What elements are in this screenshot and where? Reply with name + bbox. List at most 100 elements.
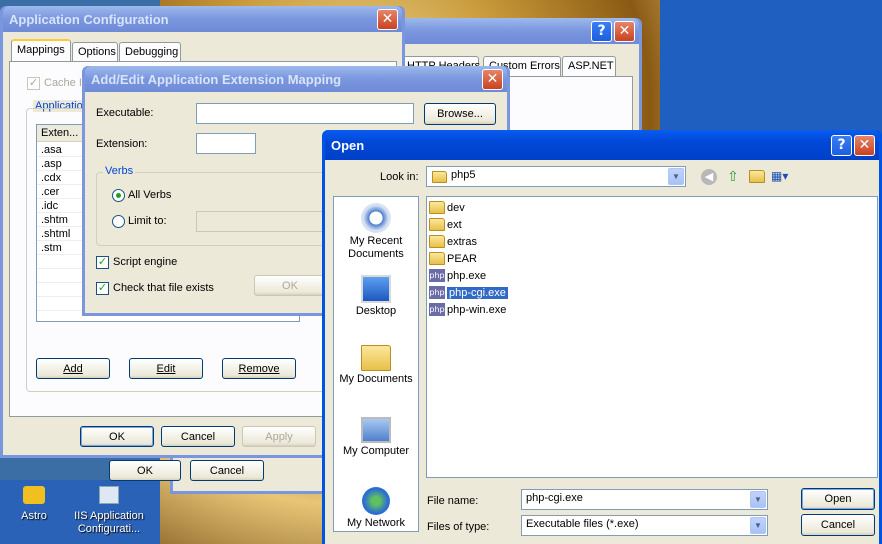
tab-mappings[interactable]: Mappings: [11, 39, 71, 61]
close-icon[interactable]: ✕: [854, 134, 875, 156]
list-item[interactable]: extras: [429, 233, 477, 250]
my-computer-icon: [361, 417, 391, 443]
places-bar: My Recent Documents Desktop My Documents…: [333, 196, 419, 532]
place-label: My Documents: [339, 373, 413, 385]
back-icon[interactable]: ◀: [701, 169, 717, 185]
extension-field[interactable]: [196, 133, 256, 154]
up-folder-icon[interactable]: ⇧: [725, 168, 741, 184]
folder-icon: [429, 218, 445, 231]
file-name: php.exe: [447, 269, 487, 282]
close-icon[interactable]: ✕: [377, 8, 398, 30]
tab-options[interactable]: Options: [72, 42, 118, 62]
file-name: dev: [447, 201, 465, 214]
place-my-network[interactable]: My Network: [334, 487, 418, 529]
window-title: Add/Edit Application Extension Mapping: [91, 71, 342, 87]
astro-icon: [23, 486, 45, 504]
place-my-computer[interactable]: My Computer: [334, 417, 418, 457]
list-item[interactable]: ext: [429, 216, 462, 233]
ok-button[interactable]: OK: [80, 426, 154, 447]
extension-cell: .idc: [41, 200, 59, 212]
verbs-label: Verbs: [103, 165, 136, 177]
cancel-button[interactable]: Cancel: [801, 514, 875, 536]
list-item[interactable]: php php-win.exe: [429, 301, 506, 318]
extension-cell: .stm: [41, 242, 62, 254]
desktop-icon-astro[interactable]: Astro: [14, 486, 54, 542]
cancel-button[interactable]: Cancel: [161, 426, 235, 447]
executable-field[interactable]: [196, 103, 414, 124]
file-type-value: Executable files (*.exe): [526, 518, 639, 530]
executable-label: Executable:: [96, 107, 154, 119]
place-desktop[interactable]: Desktop: [334, 275, 418, 317]
add-button[interactable]: Add: [36, 358, 110, 379]
folder-icon: [429, 201, 445, 214]
script-engine-checkbox[interactable]: ✓: [96, 256, 109, 269]
desktop-icon-iis[interactable]: IIS Application Configurati...: [68, 486, 150, 544]
place-label: My Computer: [342, 445, 410, 457]
verbs-group: [96, 172, 336, 246]
extension-cell: .shtml: [41, 228, 71, 240]
look-in-label: Look in:: [380, 171, 419, 183]
check-file-exists-checkbox[interactable]: ✓: [96, 282, 109, 295]
extension-cell: .asa: [41, 144, 62, 156]
file-name: PEAR: [447, 252, 477, 265]
look-in-dropdown[interactable]: php5 ▼: [426, 166, 686, 187]
ok-button[interactable]: OK: [109, 460, 181, 481]
chevron-down-icon[interactable]: ▼: [668, 168, 684, 185]
list-item[interactable]: php php-cgi.exe: [429, 284, 508, 301]
apply-button[interactable]: Apply: [242, 426, 316, 447]
limit-to-radio[interactable]: [112, 215, 125, 228]
window-title: Application Configuration: [9, 11, 169, 27]
place-my-documents[interactable]: My Documents: [334, 345, 418, 385]
place-recent-documents[interactable]: My Recent Documents: [334, 203, 418, 261]
add-edit-titlebar: Add/Edit Application Extension Mapping ✕: [85, 66, 507, 92]
file-name: php-win.exe: [447, 303, 507, 316]
help-icon[interactable]: ?: [831, 134, 852, 156]
file-name-label: File name:: [427, 495, 479, 507]
limit-to-field[interactable]: [196, 211, 336, 232]
place-label: My Recent Documents: [348, 235, 404, 260]
new-folder-icon[interactable]: [749, 170, 765, 183]
php-file-icon: php: [429, 286, 445, 299]
tab-aspnet[interactable]: ASP.NET: [562, 56, 616, 76]
help-icon[interactable]: ?: [591, 20, 612, 42]
list-item[interactable]: php php.exe: [429, 267, 486, 284]
edit-button[interactable]: Edit: [129, 358, 203, 379]
remove-button[interactable]: Remove: [222, 358, 296, 379]
folder-icon: [429, 235, 445, 248]
extension-cell: .shtm: [41, 214, 68, 226]
desktop-icon-label: Astro: [21, 510, 47, 522]
open-button[interactable]: Open: [801, 488, 875, 510]
open-titlebar: Open ? ✕: [325, 130, 879, 160]
close-icon[interactable]: ✕: [614, 20, 635, 42]
file-list[interactable]: dev ext extras PEAR php php.exe php php-cgi.exe…: [426, 196, 878, 478]
file-type-dropdown[interactable]: Executable files (*.exe) ▼: [521, 515, 768, 536]
desktop-icon: [361, 275, 391, 303]
all-verbs-label: All Verbs: [128, 189, 172, 201]
extension-cell: .cer: [41, 186, 60, 198]
file-name-value: php-cgi.exe: [526, 492, 583, 504]
all-verbs-radio[interactable]: [112, 189, 125, 202]
cache-checkbox[interactable]: ✓: [27, 77, 40, 90]
cancel-button[interactable]: Cancel: [190, 460, 264, 481]
tab-debugging[interactable]: Debugging: [119, 42, 181, 62]
file-type-label: Files of type:: [427, 521, 490, 533]
edit-button-label: Edit: [156, 362, 176, 375]
my-network-icon: [362, 487, 390, 515]
limit-to-label: Limit to:: [128, 215, 167, 227]
ok-button[interactable]: OK: [254, 275, 326, 296]
chevron-down-icon[interactable]: ▼: [750, 491, 766, 508]
chevron-down-icon[interactable]: ▼: [750, 517, 766, 534]
browse-button[interactable]: Browse...: [424, 103, 496, 125]
list-item[interactable]: PEAR: [429, 250, 477, 267]
app-config-titlebar: Application Configuration ✕: [3, 6, 402, 32]
place-label: My Network: [346, 517, 406, 529]
php-file-icon: php: [429, 303, 445, 316]
file-name-field[interactable]: php-cgi.exe ▼: [521, 489, 768, 510]
place-label: Desktop: [355, 305, 397, 317]
views-menu-icon[interactable]: ▦▾: [771, 168, 797, 184]
folder-icon: [429, 252, 445, 265]
open-dialog: Open ? ✕ Look in: php5 ▼ ◀ ⇧ ▦▾ My Recen…: [322, 130, 882, 544]
file-name: extras: [447, 235, 477, 248]
close-icon[interactable]: ✕: [482, 68, 503, 90]
list-item[interactable]: dev: [429, 199, 465, 216]
